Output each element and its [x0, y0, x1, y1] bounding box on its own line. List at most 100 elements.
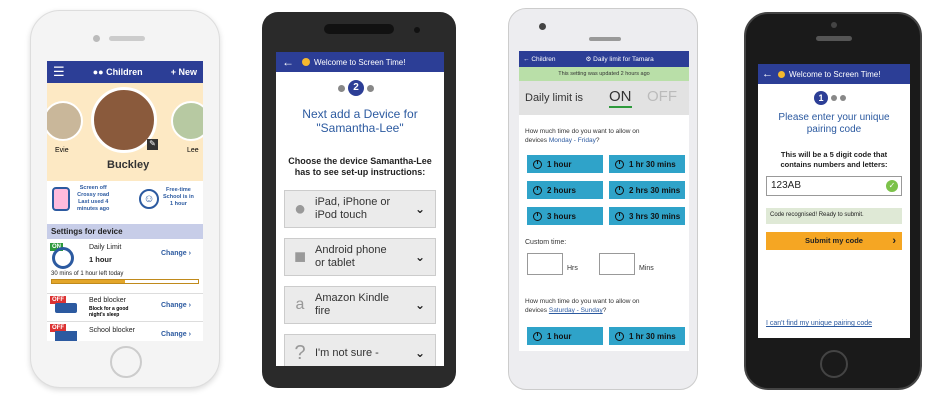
option-2-hours[interactable]: 2 hours: [527, 181, 603, 199]
clock-icon: [615, 159, 624, 169]
status-right: Free-time School is in 1 hour: [163, 187, 194, 207]
option-1hr30[interactable]: 1 hr 30 mins: [609, 155, 685, 173]
menu-icon[interactable]: ☰: [53, 64, 65, 80]
top-bar: ← Children ⚙ Daily limit for Tamara: [519, 51, 689, 67]
step-current: 1: [814, 91, 828, 105]
question-icon: ?: [294, 341, 306, 364]
settings-header: Settings for device: [47, 224, 203, 239]
on-toggle[interactable]: ON: [609, 88, 632, 108]
option-3hr30[interactable]: 3 hrs 30 mins: [609, 207, 685, 225]
change-bed-link[interactable]: Change ›: [161, 302, 191, 309]
home-button[interactable]: [820, 350, 848, 378]
off-toggle[interactable]: OFF: [647, 88, 677, 105]
option-2hr30[interactable]: 2 hrs 30 mins: [609, 181, 685, 199]
device-option-android[interactable]: ■ Android phone or tablet ⌄: [284, 238, 436, 276]
heading: Next add a Device for "Samantha-Lee": [302, 107, 418, 135]
clock-icon: [615, 211, 624, 221]
weekday-question: How much time do you want to allow on de…: [525, 128, 640, 144]
new-button[interactable]: + New: [171, 67, 197, 77]
avatar-left[interactable]: [47, 101, 83, 141]
chevron-right-icon: ›: [188, 331, 191, 338]
page-title: Welcome to Screen Time!: [789, 69, 881, 79]
progress-bar: [51, 279, 199, 284]
status-left: Screen off Crossy road Last used 4 minut…: [77, 185, 110, 212]
limit-toggle-row: Daily limit is ON OFF: [519, 81, 689, 115]
home-button[interactable]: [110, 346, 142, 378]
back-link[interactable]: ← Children: [523, 56, 556, 63]
speaker: [816, 36, 852, 41]
change-school-link[interactable]: Change ›: [161, 331, 191, 338]
progress-fill: [52, 280, 125, 283]
clock-icon: [52, 247, 74, 269]
clock-icon: [533, 331, 542, 341]
page-title: ⚙ Daily limit for Tamara: [585, 56, 654, 63]
chevron-down-icon: ⌄: [415, 202, 426, 216]
device-option-kindle[interactable]: a Amazon Kindle fire ⌄: [284, 286, 436, 324]
top-bar: ← Welcome to Screen Time!: [276, 52, 444, 72]
screen-pairing-code: ← Welcome to Screen Time! 1 Please enter…: [758, 64, 910, 338]
front-camera: [414, 27, 420, 33]
status-row: Screen off Crossy road Last used 4 minut…: [47, 183, 203, 221]
school-icon: [55, 331, 77, 341]
hours-label: Hrs: [567, 265, 578, 272]
app-logo-icon: [302, 58, 310, 66]
weekend-question: How much time do you want to allow on de…: [525, 298, 640, 314]
subheading: Choose the device Samantha-Lee has to se…: [288, 156, 432, 177]
smiley-icon: ☺: [139, 189, 159, 209]
device-option-ios[interactable]: ● iPad, iPhone or iPod touch ⌄: [284, 190, 436, 228]
daily-limit-title: Daily Limit: [89, 244, 122, 251]
limit-label: Daily limit is: [525, 92, 584, 104]
profile-area: ✎ Evie Buckley Lee: [47, 83, 203, 181]
bed-blocker-desc: Block for a good night's sleep: [89, 306, 129, 318]
option-3-hours[interactable]: 3 hours: [527, 207, 603, 225]
weekend-option-1-hour[interactable]: 1 hour: [527, 327, 603, 345]
code-input[interactable]: 123AB ✓: [766, 176, 902, 196]
option-1-hour[interactable]: 1 hour: [527, 155, 603, 173]
submit-button[interactable]: Submit my code ›: [766, 232, 902, 250]
code-ok-message: Code recognised! Ready to submit.: [766, 208, 902, 224]
chevron-down-icon: ⌄: [415, 250, 426, 264]
speaker: [324, 24, 394, 34]
back-arrow-icon[interactable]: ←: [762, 68, 773, 80]
hours-input[interactable]: [527, 253, 563, 275]
child-name-left: Evie: [55, 147, 69, 154]
android-icon: ■: [293, 245, 307, 268]
bed-blocker-title: Bed blocker: [89, 297, 126, 304]
school-blocker-title: School blocker: [89, 327, 135, 334]
screen-add-device: ← Welcome to Screen Time! 2 Next add a D…: [276, 52, 444, 366]
avatar-right[interactable]: [171, 101, 203, 141]
front-camera: [539, 23, 546, 30]
child-name-main: Buckley: [107, 159, 150, 171]
chevron-down-icon: ⌄: [415, 298, 426, 312]
daily-limit-value: 1 hour: [89, 255, 112, 264]
clock-icon: [615, 331, 624, 341]
clock-icon: [533, 211, 542, 221]
gear-icon: ⚙: [585, 56, 592, 63]
camera: [93, 35, 100, 42]
bed-blocker-row[interactable]: OFF Bed blocker Block for a good night's…: [47, 293, 203, 319]
top-bar: ☰ ●● Children + New: [47, 61, 203, 83]
back-arrow-icon: ←: [523, 55, 530, 63]
daily-limit-row[interactable]: ON Daily Limit 1 hour Change › 30 mins o…: [47, 241, 203, 287]
step-dot: [831, 95, 837, 101]
weekend-option-1hr30[interactable]: 1 hr 30 mins: [609, 327, 685, 345]
edit-icon[interactable]: ✎: [147, 139, 158, 150]
change-daily-link[interactable]: Change ›: [161, 250, 191, 257]
subheading: This will be a 5 digit code that contain…: [780, 150, 888, 169]
clock-icon: [533, 159, 542, 169]
screen-children: ☰ ●● Children + New ✎ Evie Buckley Lee S…: [47, 61, 203, 341]
amazon-icon: a: [295, 296, 305, 313]
step-dot: [367, 84, 374, 92]
device-option-unsure[interactable]: ? I'm not sure - ⌄: [284, 334, 436, 366]
phone-black-android: ← Welcome to Screen Time! 2 Next add a D…: [262, 12, 456, 388]
clock-icon: [615, 185, 624, 195]
school-blocker-row[interactable]: OFF School blocker Change ›: [47, 321, 203, 341]
minutes-input[interactable]: [599, 253, 635, 275]
screen-icon: [52, 187, 70, 211]
page-title: ●● Children: [92, 67, 143, 77]
phone-black-iphone: ← Welcome to Screen Time! 1 Please enter…: [744, 12, 922, 390]
cant-find-code-link[interactable]: I can't find my unique pairing code: [766, 320, 872, 327]
chevron-right-icon: ›: [892, 235, 896, 247]
back-arrow-icon[interactable]: ←: [282, 55, 294, 69]
apple-icon: ●: [293, 197, 307, 220]
